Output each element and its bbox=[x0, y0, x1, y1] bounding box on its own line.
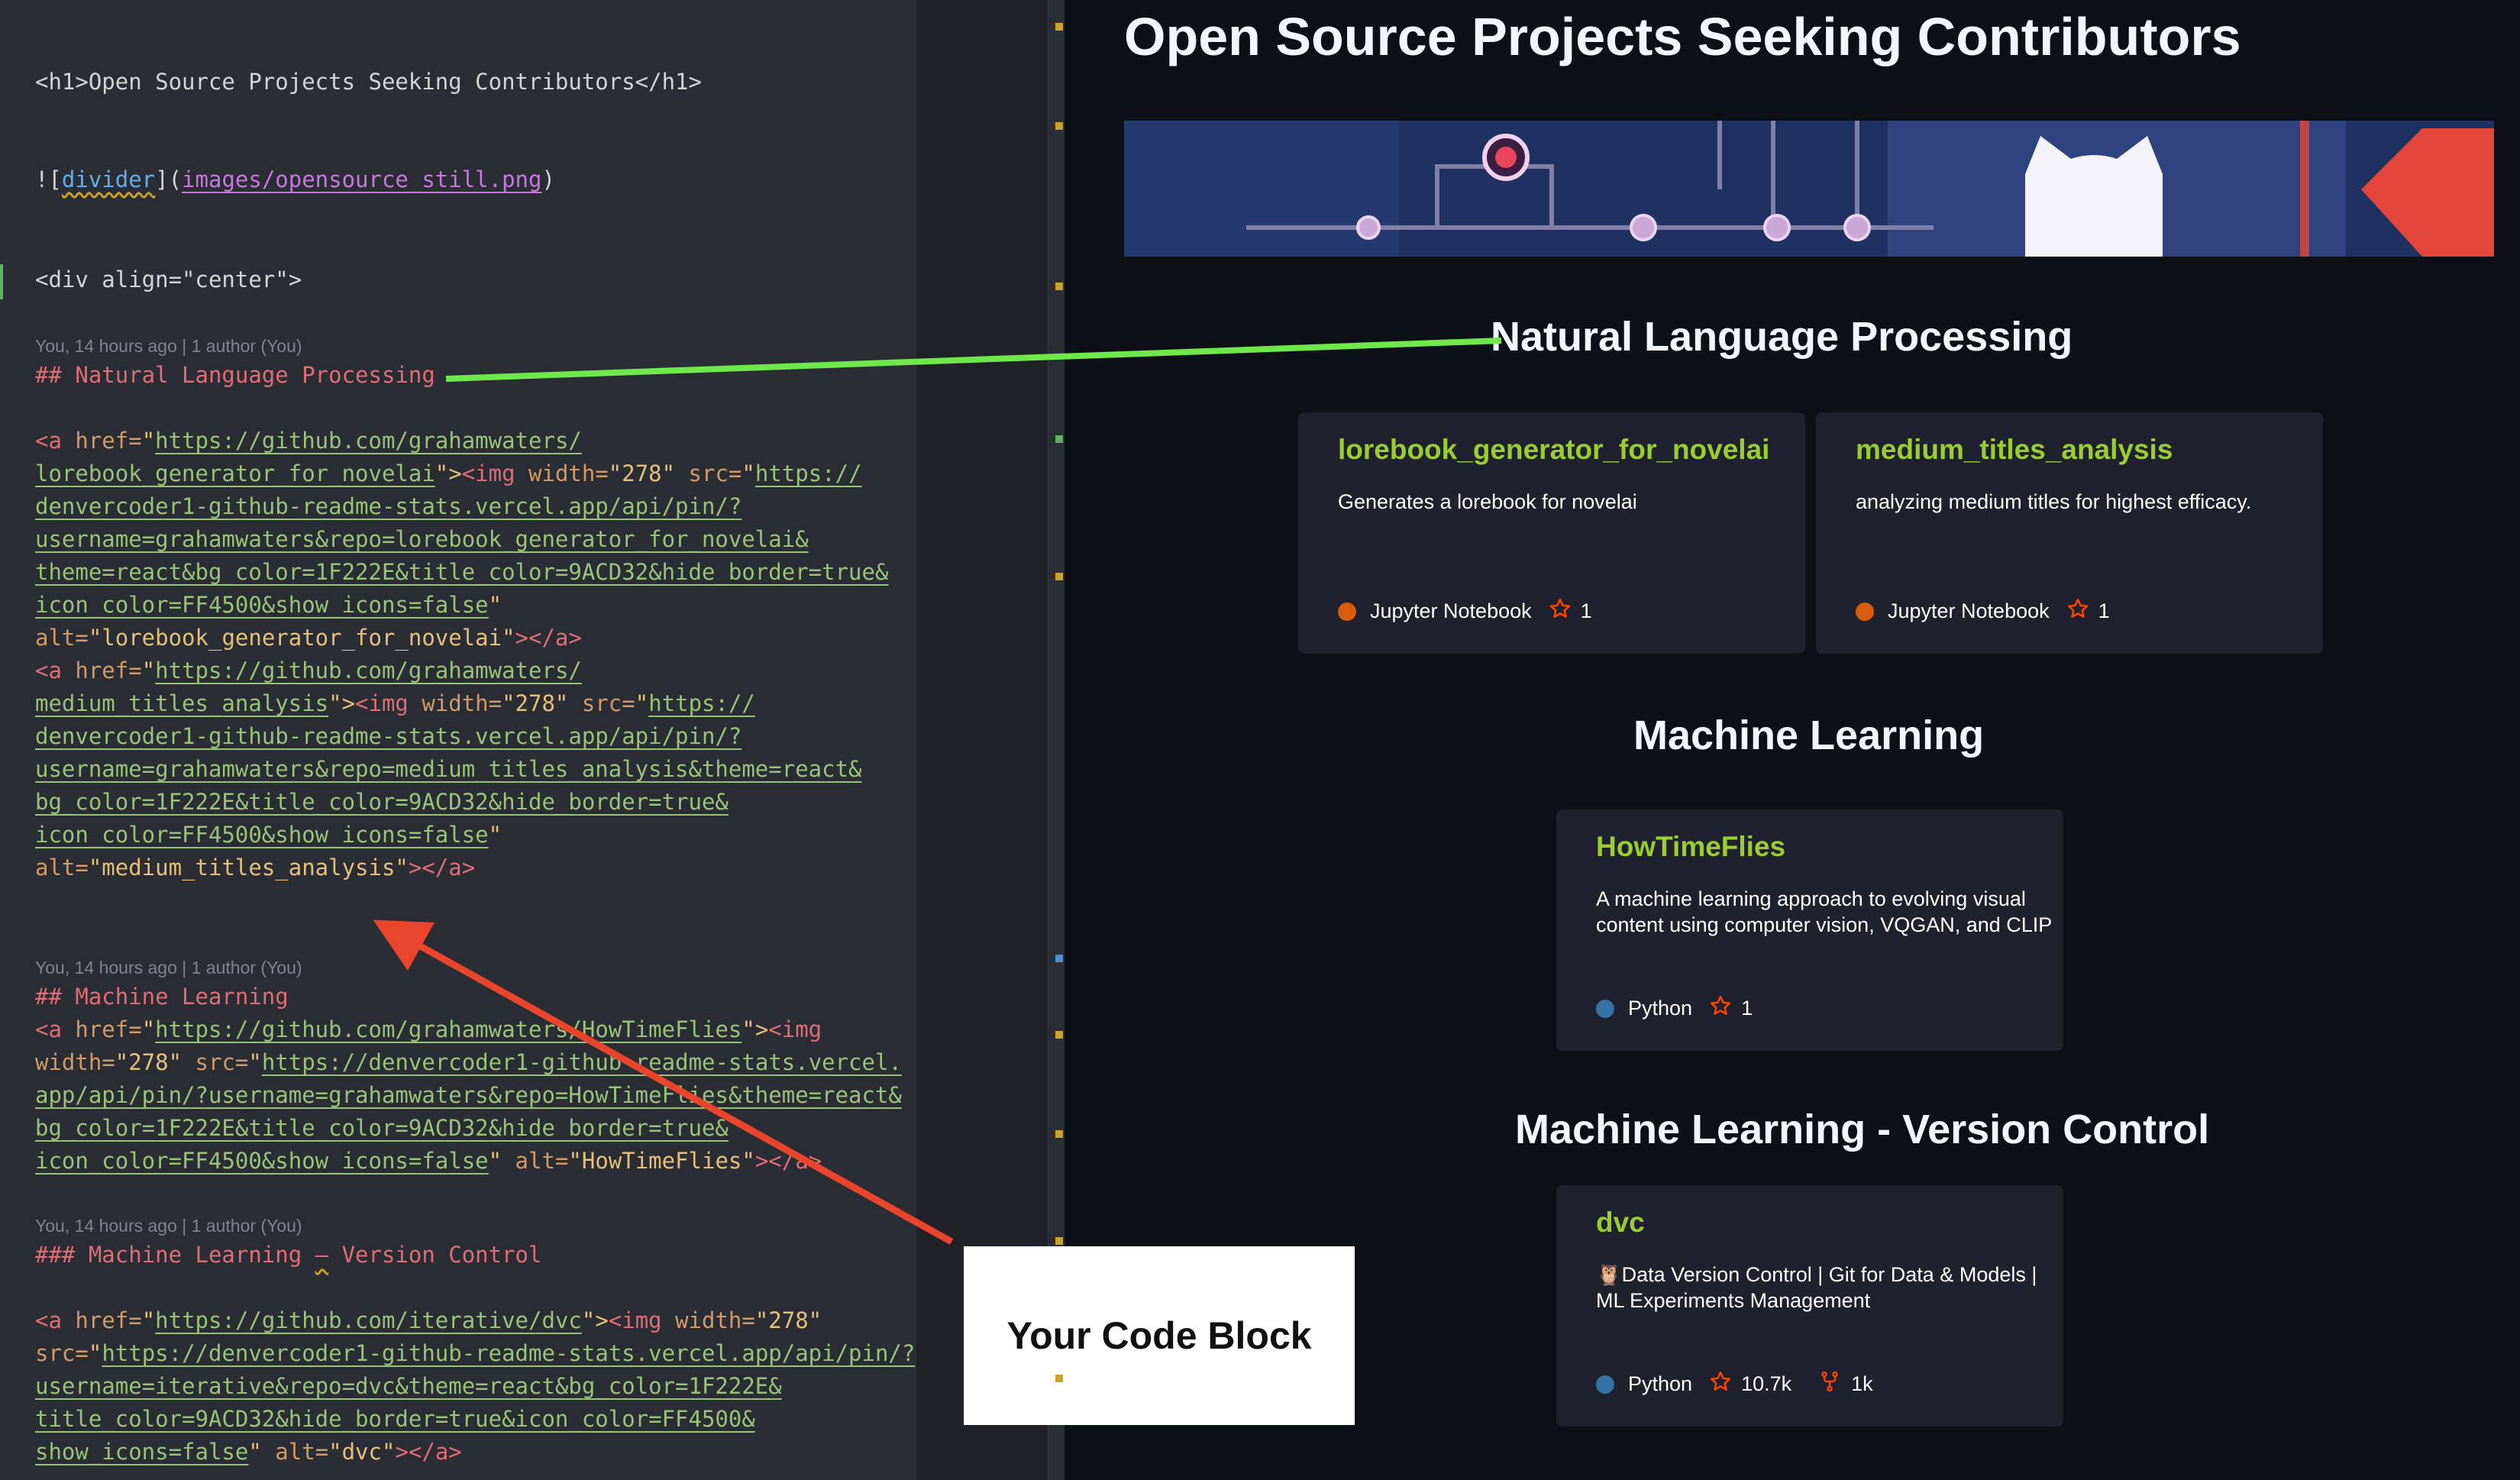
overview-ruler-marker bbox=[1055, 283, 1063, 290]
star-count: 1 bbox=[2098, 599, 2110, 622]
code-line[interactable]: alt="lorebook_generator_for_novelai"></a… bbox=[35, 622, 582, 654]
git-change-marker bbox=[0, 264, 3, 299]
code-line[interactable]: <h1>Open Source Projects Seeking Contrib… bbox=[35, 66, 702, 99]
code-line[interactable]: icon_color=FF4500&show_icons=false" bbox=[35, 819, 502, 851]
repo-title[interactable]: medium_titles_analysis bbox=[1856, 434, 2173, 466]
code-line[interactable]: icon_color=FF4500&show_icons=false" alt=… bbox=[35, 1145, 822, 1178]
repo-language: Jupyter Notebook bbox=[1888, 599, 2050, 622]
language-color-dot bbox=[1338, 602, 1356, 621]
overview-ruler-marker bbox=[1055, 1130, 1063, 1138]
git-blame-annotation[interactable]: You, 14 hours ago | 1 author (You) bbox=[35, 1216, 302, 1236]
code-line[interactable]: show_icons=false" alt="dvc"></a> bbox=[35, 1436, 462, 1469]
overview-ruler-marker bbox=[1055, 1237, 1063, 1245]
overview-ruler-marker bbox=[1055, 573, 1063, 580]
code-line[interactable]: ### Machine Learning – Version Control bbox=[35, 1239, 541, 1272]
star-icon bbox=[1549, 597, 1572, 625]
code-line[interactable]: width="278" src="https://denvercoder1-gi… bbox=[35, 1046, 902, 1079]
code-line[interactable]: icon_color=FF4500&show_icons=false" bbox=[35, 589, 502, 622]
code-line[interactable]: <div align="center"> bbox=[35, 263, 302, 296]
code-line[interactable]: src="https://denvercoder1-github-readme-… bbox=[35, 1337, 915, 1370]
code-block-callout: Your Code Block bbox=[964, 1246, 1355, 1425]
repo-description: analyzing medium titles for highest effi… bbox=[1856, 490, 2252, 513]
section-heading-mlvc: Machine Learning - Version Control bbox=[1515, 1107, 2210, 1152]
page-title: Open Source Projects Seeking Contributor… bbox=[1124, 7, 2241, 66]
repo-card[interactable]: medium_titles_analysis analyzing medium … bbox=[1816, 412, 2323, 654]
code-line[interactable]: ## Natural Language Processing bbox=[35, 359, 435, 392]
code-line[interactable]: <a href="https://github.com/grahamwaters… bbox=[35, 654, 582, 687]
section-heading-ml: Machine Learning bbox=[1633, 713, 1985, 758]
star-icon bbox=[2066, 597, 2089, 625]
code-line[interactable]: title_color=9ACD32&hide_border=true&icon… bbox=[35, 1403, 755, 1436]
overview-ruler-marker bbox=[1055, 1031, 1063, 1039]
code-line[interactable]: <a href="https://github.com/grahamwaters… bbox=[35, 425, 582, 457]
repo-description: 🦉Data Version Control | Git for Data & M… bbox=[1596, 1263, 2037, 1312]
git-blame-annotation[interactable]: You, 14 hours ago | 1 author (You) bbox=[35, 958, 302, 978]
code-line[interactable]: theme=react&bg_color=1F222E&title_color=… bbox=[35, 556, 888, 589]
code-line[interactable]: ## Machine Learning bbox=[35, 981, 289, 1013]
overview-ruler-marker bbox=[1055, 1375, 1063, 1382]
repo-description: A machine learning approach to evolving … bbox=[1596, 887, 2053, 936]
code-line[interactable]: lorebook_generator_for_novelai"><img wid… bbox=[35, 457, 862, 490]
repo-card[interactable]: lorebook_generator_for_novelai Generates… bbox=[1298, 412, 1805, 654]
fork-count: 1k bbox=[1851, 1372, 1873, 1395]
language-color-dot bbox=[1856, 602, 1874, 621]
overview-ruler-marker bbox=[1055, 435, 1063, 443]
repo-title[interactable]: dvc bbox=[1596, 1207, 1645, 1239]
repo-card[interactable]: dvc 🦉Data Version Control | Git for Data… bbox=[1556, 1185, 2063, 1427]
language-color-dot bbox=[1596, 1375, 1614, 1394]
code-line[interactable]: ![divider](images/opensource_still.png) bbox=[35, 163, 555, 196]
overview-ruler-marker bbox=[1055, 122, 1063, 130]
callout-label: Your Code Block bbox=[1006, 1314, 1312, 1357]
git-blame-annotation[interactable]: You, 14 hours ago | 1 author (You) bbox=[35, 336, 302, 357]
repo-title[interactable]: lorebook_generator_for_novelai bbox=[1338, 434, 1769, 466]
repo-card[interactable]: HowTimeFlies A machine learning approach… bbox=[1556, 809, 2063, 1051]
code-line[interactable]: <a href="https://github.com/grahamwaters… bbox=[35, 1013, 822, 1046]
code-line[interactable]: bg_color=1F222E&title_color=9ACD32&hide_… bbox=[35, 1112, 729, 1145]
code-line[interactable]: username=grahamwaters&repo=lorebook_gene… bbox=[35, 523, 809, 556]
code-line[interactable]: bg_color=1F222E&title_color=9ACD32&hide_… bbox=[35, 786, 729, 819]
star-count: 1 bbox=[1741, 997, 1753, 1020]
repo-description: Generates a lorebook for novelai bbox=[1338, 490, 1637, 513]
code-line[interactable]: medium_titles_analysis"><img width="278"… bbox=[35, 687, 755, 720]
repo-language: Python bbox=[1628, 1372, 1693, 1395]
star-icon bbox=[1709, 994, 1732, 1023]
code-line[interactable]: alt="medium_titles_analysis"></a> bbox=[35, 851, 475, 884]
overview-ruler-marker bbox=[1055, 23, 1063, 31]
code-line[interactable]: username=iterative&repo=dvc&theme=react&… bbox=[35, 1370, 782, 1403]
code-line[interactable]: denvercoder1-github-readme-stats.vercel.… bbox=[35, 490, 741, 523]
code-line[interactable]: denvercoder1-github-readme-stats.vercel.… bbox=[35, 720, 741, 753]
overview-ruler-marker bbox=[1055, 955, 1063, 962]
star-icon bbox=[1709, 1370, 1732, 1398]
divider-banner-image bbox=[1124, 121, 2494, 257]
section-heading-nlp: Natural Language Processing bbox=[1491, 314, 2073, 360]
code-line[interactable]: <a href="https://github.com/iterative/dv… bbox=[35, 1304, 822, 1337]
code-line[interactable]: app/api/pin/?username=grahamwaters&repo=… bbox=[35, 1079, 902, 1112]
code-line[interactable]: username=grahamwaters&repo=medium_titles… bbox=[35, 753, 862, 786]
repo-title[interactable]: HowTimeFlies bbox=[1596, 831, 1785, 863]
language-color-dot bbox=[1596, 999, 1614, 1018]
repo-language: Jupyter Notebook bbox=[1370, 599, 1532, 622]
code-editor[interactable]: <h1>Open Source Projects Seeking Contrib… bbox=[0, 0, 916, 1480]
fork-icon bbox=[1819, 1370, 1840, 1398]
star-count: 10.7k bbox=[1741, 1372, 1792, 1395]
repo-language: Python bbox=[1628, 997, 1693, 1020]
star-count: 1 bbox=[1580, 599, 1592, 622]
